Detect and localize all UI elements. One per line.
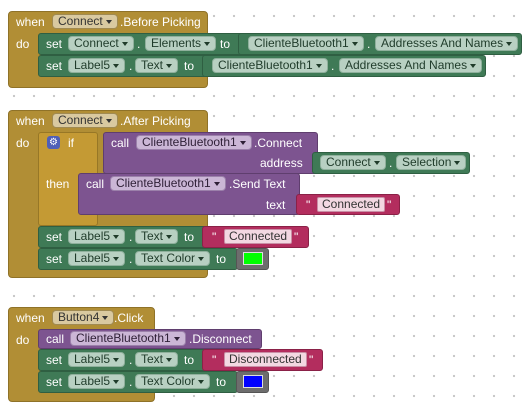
do-label: do — [16, 37, 30, 51]
then-label: then — [46, 177, 70, 191]
component-dropdown[interactable]: ClienteBluetooth1 — [248, 36, 364, 51]
component-dropdown[interactable]: Label5 — [68, 374, 126, 389]
quote-mark: " — [212, 353, 217, 367]
method-name: .Send Text — [229, 177, 286, 191]
event-name: .After Picking — [120, 114, 191, 128]
dot-label: . — [129, 252, 133, 266]
do-label: do — [16, 333, 30, 347]
color-swatch[interactable] — [243, 252, 263, 265]
set-label: set — [46, 375, 63, 389]
component-dropdown[interactable]: Label5 — [68, 352, 126, 367]
if-label: if — [68, 136, 74, 150]
dot-label: . — [129, 59, 133, 73]
event-name: .Click — [114, 311, 144, 325]
color-swatch[interactable] — [243, 375, 263, 388]
string-value[interactable]: Disconnected — [224, 352, 307, 367]
when-label: when — [16, 15, 45, 29]
component-dropdown[interactable]: ClienteBluetooth1 — [70, 331, 186, 346]
call-label: call — [86, 177, 105, 191]
method-name: .Connect — [254, 136, 303, 150]
to-label: to — [216, 252, 227, 266]
to-label: to — [220, 37, 231, 51]
set-label: set — [46, 59, 63, 73]
dot-label: . — [129, 353, 133, 367]
dot-label: . — [389, 156, 393, 170]
method-name: .Disconnect — [189, 332, 252, 346]
do-label: do — [16, 136, 30, 150]
property-dropdown[interactable]: Text — [135, 229, 179, 244]
when-label: when — [16, 311, 45, 325]
dot-label: . — [129, 375, 133, 389]
argument-label: address — [260, 156, 303, 170]
component-dropdown[interactable]: Label5 — [68, 58, 126, 73]
dot-label: . — [137, 37, 141, 51]
set-label: set — [46, 37, 63, 51]
string-value[interactable]: Connected — [317, 197, 386, 212]
when-label: when — [16, 114, 45, 128]
property-dropdown[interactable]: Text Color — [135, 374, 211, 389]
to-label: to — [184, 59, 195, 73]
dot-label: . — [331, 59, 335, 73]
to-label: to — [216, 375, 227, 389]
string-value[interactable]: Connected — [224, 229, 293, 244]
quote-mark: " — [212, 230, 217, 244]
component-dropdown[interactable]: ClienteBluetooth1 — [110, 176, 226, 191]
component-dropdown[interactable]: Button4 — [52, 310, 115, 325]
to-label: to — [184, 230, 195, 244]
event-name: .Before Picking — [120, 15, 201, 29]
property-dropdown[interactable]: Text — [135, 352, 179, 367]
component-dropdown[interactable]: Connect — [52, 113, 118, 128]
call-label: call — [46, 332, 65, 346]
quote-mark: " — [294, 230, 299, 244]
quote-mark: " — [309, 353, 314, 367]
set-label: set — [46, 230, 63, 244]
gear-icon[interactable]: ⚙ — [47, 136, 60, 149]
dot-label: . — [367, 37, 371, 51]
component-dropdown[interactable]: ClienteBluetooth1 — [136, 135, 252, 150]
component-dropdown[interactable]: Label5 — [68, 229, 126, 244]
property-dropdown[interactable]: Selection — [396, 155, 467, 170]
set-label: set — [46, 353, 63, 367]
to-label: to — [184, 353, 195, 367]
property-dropdown[interactable]: Addresses And Names — [339, 58, 483, 73]
component-dropdown[interactable]: ClienteBluetooth1 — [212, 58, 328, 73]
quote-mark: " — [306, 198, 311, 212]
quote-mark: " — [387, 198, 392, 212]
argument-label: text — [266, 198, 286, 212]
call-label: call — [111, 136, 130, 150]
property-dropdown[interactable]: Addresses And Names — [375, 36, 519, 51]
component-dropdown[interactable]: Connect — [320, 155, 386, 170]
dot-label: . — [129, 230, 133, 244]
component-dropdown[interactable]: Connect — [68, 36, 134, 51]
property-dropdown[interactable]: Elements — [145, 36, 217, 51]
component-dropdown[interactable]: Label5 — [68, 251, 126, 266]
set-label: set — [46, 252, 63, 266]
property-dropdown[interactable]: Text — [135, 58, 179, 73]
property-dropdown[interactable]: Text Color — [135, 251, 211, 266]
component-dropdown[interactable]: Connect — [52, 14, 118, 29]
